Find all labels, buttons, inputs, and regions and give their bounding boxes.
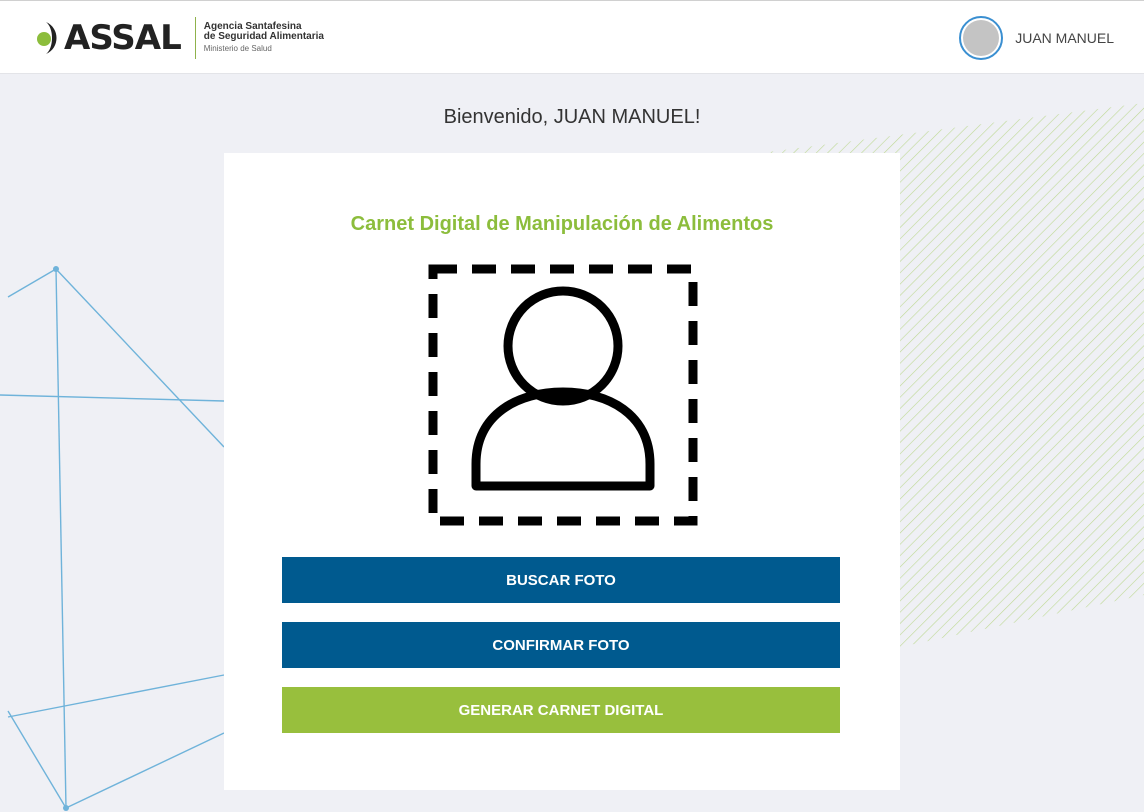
logo-wordmark: ASSAL [64,18,182,58]
logo-agency-text: Agencia Santafesina de Seguridad Aliment… [204,22,324,54]
top-bar: ASSAL Agencia Santafesina de Seguridad A… [0,0,1144,74]
logo-line-2: de Seguridad Alimentaria [203,31,324,42]
welcome-heading: Bienvenido, JUAN MANUEL! [443,106,701,128]
logo-mark-icon [37,22,57,54]
avatar[interactable] [959,16,1004,60]
carnet-card: Carnet Digital de Manipulación de Alimen… [224,153,900,790]
generate-card-button[interactable]: GENERAR CARNET DIGITAL [282,687,840,733]
logo-line-3: Ministerio de Salud [203,44,272,53]
user-name[interactable]: JUAN MANUEL [1015,30,1114,46]
card-title: Carnet Digital de Manipulación de Alimen… [350,213,774,235]
avatar-image [963,20,1000,56]
search-photo-button[interactable]: BUSCAR FOTO [282,557,840,603]
user-photo-placeholder-icon [428,264,698,526]
assal-logo[interactable]: ASSAL Agencia Santafesina de Seguridad A… [34,13,324,63]
logo-separator [194,17,196,59]
user-menu[interactable]: JUAN MANUEL [959,16,1114,60]
confirm-photo-button[interactable]: CONFIRMAR FOTO [282,622,840,668]
